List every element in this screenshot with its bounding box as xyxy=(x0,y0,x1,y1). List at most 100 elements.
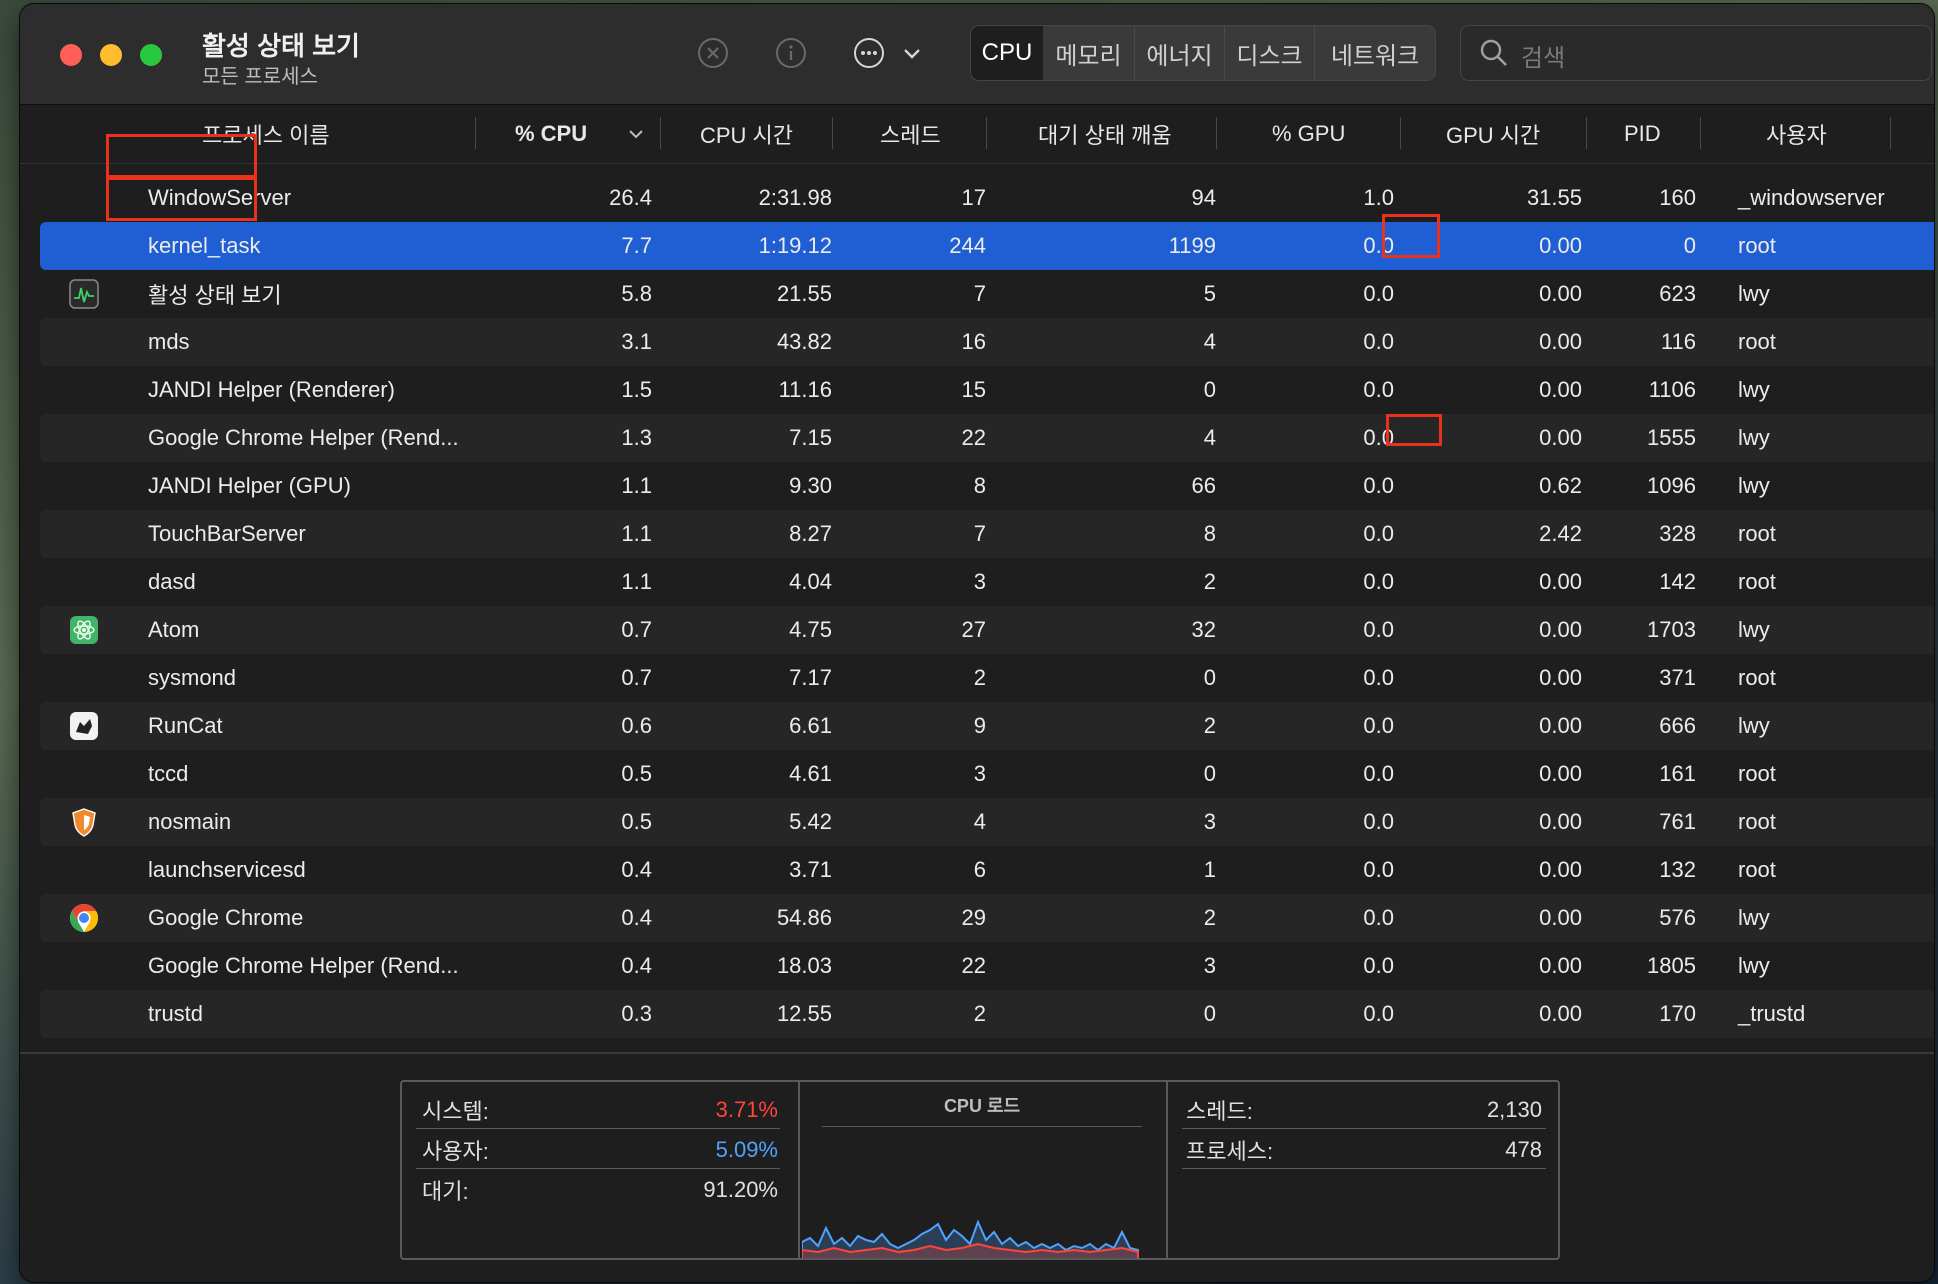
cpu-percent-cell: 0.3 xyxy=(621,1001,652,1026)
cpu-time-cell: 18.03 xyxy=(776,953,832,978)
table-row[interactable]: dasd 1.1 4.04 3 2 0.0 0.00 142 root xyxy=(40,558,1934,606)
table-row[interactable]: Google Chrome Helper (Rend... 0.4 18.03 22 3… xyxy=(40,942,1934,990)
gpu-percent-cell: 0.0 xyxy=(1363,905,1394,930)
table-row[interactable]: launchservicesd 0.4 3.71 6 1 0.0 0.00 132 root xyxy=(40,846,1934,894)
gpu-percent-cell: 0.0 xyxy=(1363,761,1394,786)
tab-cpu[interactable]: CPU xyxy=(971,26,1043,80)
cpu-percent-cell: 26.4 xyxy=(609,185,652,210)
info-circle-icon[interactable] xyxy=(774,36,808,70)
tab-memory[interactable]: 메모리 xyxy=(1043,26,1135,80)
window-title: 활성 상태 보기 xyxy=(202,31,360,61)
col-cpu-percent[interactable]: % CPU xyxy=(515,105,587,163)
pid-cell: 116 xyxy=(1660,329,1696,354)
view-tabs: CPU 메모리 에너지 디스크 네트워크 xyxy=(970,25,1436,81)
cpu-load-title: CPU 로드 xyxy=(943,1096,1021,1116)
xmark-circle-icon[interactable] xyxy=(696,36,730,70)
col-process-name[interactable]: 프로세스 이름 xyxy=(202,105,330,163)
cpu-time-cell: 4.75 xyxy=(789,617,832,642)
user-label: 사용자: xyxy=(422,1139,489,1164)
process-name-cell: RunCat xyxy=(148,713,223,738)
idle-label: 대기: xyxy=(422,1179,469,1204)
threads-cell: 3 xyxy=(973,569,986,594)
processes-value: 478 xyxy=(1505,1137,1542,1162)
column-divider xyxy=(660,117,661,149)
table-row[interactable]: WindowServer 26.4 2:31.98 17 94 1.0 31.55 160 _w… xyxy=(40,174,1934,222)
process-name-cell: dasd xyxy=(148,569,196,594)
cpu-time-cell: 3.71 xyxy=(789,857,832,882)
idle-value: 91.20% xyxy=(703,1177,778,1202)
wakeups-cell: 2 xyxy=(1203,905,1216,930)
table-row[interactable]: sysmond 0.7 7.17 2 0 0.0 0.00 371 root xyxy=(40,654,1934,702)
col-gpu-percent[interactable]: % GPU xyxy=(1272,105,1345,163)
table-row[interactable]: trustd 0.3 12.55 2 0 0.0 0.00 170 _trustd xyxy=(40,990,1934,1038)
table-row[interactable]: tccd 0.5 4.61 3 0 0.0 0.00 161 root xyxy=(40,750,1934,798)
cpu-percent-cell: 0.7 xyxy=(621,665,652,690)
pid-cell: 1096 xyxy=(1647,473,1696,498)
col-threads[interactable]: 스레드 xyxy=(880,105,941,163)
gpu-percent-cell: 0.0 xyxy=(1363,473,1394,498)
divider xyxy=(1182,1128,1546,1129)
cpu-percent-cell: 7.7 xyxy=(621,233,652,258)
threads-cell: 244 xyxy=(949,233,986,258)
gpu-percent-cell: 0.0 xyxy=(1363,953,1394,978)
ellipsis-circle-icon[interactable] xyxy=(852,36,886,70)
table-row[interactable]: Atom 0.7 4.75 27 32 0.0 0.00 1703 lwy xyxy=(40,606,1934,654)
table-row[interactable]: TouchBarServer 1.1 8.27 7 8 0.0 2.42 328 root xyxy=(40,510,1934,558)
col-user[interactable]: 사용자 xyxy=(1766,105,1827,163)
table-row[interactable]: JANDI Helper (GPU) 1.1 9.30 8 66 0.0 0.62 1096 l… xyxy=(40,462,1934,510)
cpu-percent-cell: 1.1 xyxy=(621,569,652,594)
col-gpu-time[interactable]: GPU 시간 xyxy=(1446,105,1540,163)
cpu-percent-cell: 0.5 xyxy=(621,761,652,786)
table-row[interactable]: RunCat 0.6 6.61 9 2 0.0 0.00 666 lwy xyxy=(40,702,1934,750)
gpu-percent-cell: 0.0 xyxy=(1363,809,1394,834)
user-cell: root xyxy=(1738,761,1776,786)
threads-cell: 29 xyxy=(961,905,986,930)
chevron-down-icon[interactable] xyxy=(900,36,924,70)
column-header: 프로세스 이름 % CPU CPU 시간 스레드 대기 상태 깨움 % GPU … xyxy=(20,105,1934,164)
user-cell: root xyxy=(1738,809,1776,834)
table-row[interactable]: kernel_task 7.7 1:19.12 244 1199 0.0 0.00 0 root xyxy=(40,222,1934,270)
pid-cell: 170 xyxy=(1659,1001,1696,1026)
cpu-percent-cell: 0.5 xyxy=(621,809,652,834)
cpu-load-graph xyxy=(802,1219,1139,1258)
search-placeholder: 검색 xyxy=(1521,45,1566,72)
pid-cell: 1555 xyxy=(1647,425,1696,450)
cpu-time-cell: 4.61 xyxy=(789,761,832,786)
pid-cell: 328 xyxy=(1659,521,1696,546)
wakeups-cell: 8 xyxy=(1203,521,1216,546)
pid-cell: 1703 xyxy=(1647,617,1696,642)
col-cpu-time[interactable]: CPU 시간 xyxy=(700,105,793,163)
table-row[interactable]: Google Chrome Helper (Rend... 1.3 7.15 22 4 0… xyxy=(40,414,1934,462)
user-value: 5.09% xyxy=(715,1137,778,1162)
tab-energy[interactable]: 에너지 xyxy=(1135,26,1225,80)
user-cell: root xyxy=(1738,233,1776,258)
cpu-time-cell: 5.42 xyxy=(789,809,832,834)
close-window-button[interactable] xyxy=(60,44,82,66)
search-field[interactable]: 검색 xyxy=(1460,25,1932,81)
table-row[interactable]: mds 3.1 43.82 16 4 0.0 0.00 116 root xyxy=(40,318,1934,366)
cpu-time-cell: 2:31.98 xyxy=(758,185,832,210)
cpu-percent-cell: 0.4 xyxy=(621,953,652,978)
gpu-percent-cell: 0.0 xyxy=(1363,233,1394,258)
wakeups-cell: 1199 xyxy=(1168,233,1216,258)
col-idle-wakeups[interactable]: 대기 상태 깨움 xyxy=(1038,105,1172,163)
tab-disk[interactable]: 디스크 xyxy=(1225,26,1315,80)
table-row[interactable]: JANDI Helper (Renderer) 1.5 11.16 15 0 0.0 0.0… xyxy=(40,366,1934,414)
wakeups-cell: 0 xyxy=(1203,377,1216,402)
threads-cell: 27 xyxy=(961,617,986,642)
system-label: 시스템: xyxy=(422,1099,489,1124)
zoom-window-button[interactable] xyxy=(140,44,162,66)
tab-network[interactable]: 네트워크 xyxy=(1315,26,1435,80)
process-name-cell: Google Chrome Helper (Rend... xyxy=(148,425,459,450)
chevron-down-icon[interactable] xyxy=(628,105,644,163)
minimize-window-button[interactable] xyxy=(100,44,122,66)
table-row[interactable]: 활성 상태 보기 5.8 21.55 7 5 0.0 0.00 623 lwy xyxy=(40,270,1934,318)
col-pid[interactable]: PID xyxy=(1624,105,1661,163)
column-divider xyxy=(1586,117,1587,149)
window-subtitle: 모든 프로세스 xyxy=(202,66,318,88)
process-name-cell: mds xyxy=(148,329,190,354)
threads-cell: 3 xyxy=(973,761,986,786)
table-row[interactable]: Google Chrome 0.4 54.86 29 2 0.0 0.00 576 lwy xyxy=(40,894,1934,942)
table-row[interactable]: nosmain 0.5 5.42 4 3 0.0 0.00 761 root xyxy=(40,798,1934,846)
wakeups-cell: 0 xyxy=(1203,761,1216,786)
